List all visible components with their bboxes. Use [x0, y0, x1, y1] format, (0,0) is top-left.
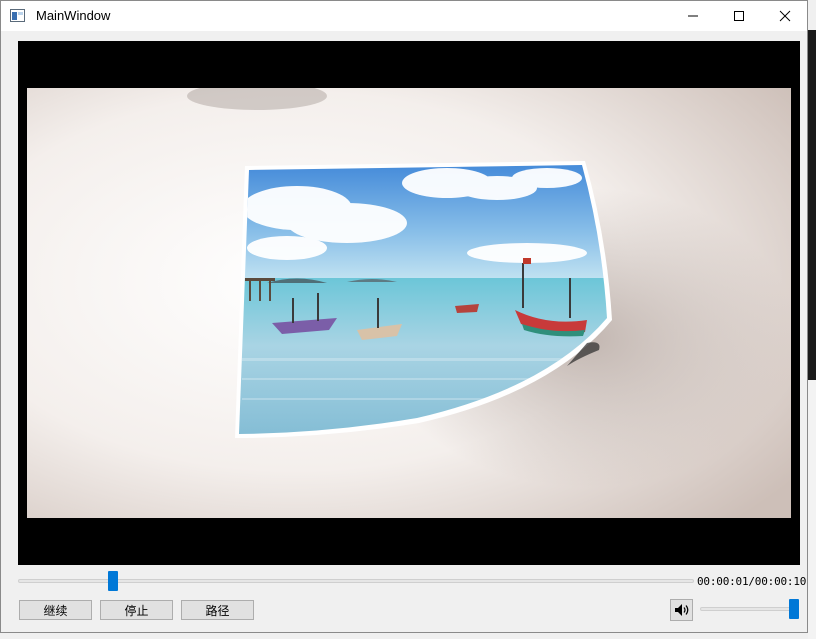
time-display: 00:00:01/00:00:10	[697, 575, 807, 588]
maximize-icon	[734, 11, 744, 21]
stop-button[interactable]: 停止	[100, 600, 173, 620]
title-bar[interactable]: MainWindow	[1, 1, 807, 31]
video-frame-image	[27, 88, 791, 518]
playback-slider-handle[interactable]	[108, 571, 118, 591]
volume-slider-track[interactable]	[700, 607, 794, 611]
video-frame	[27, 88, 791, 518]
window-title: MainWindow	[36, 8, 111, 23]
speaker-icon	[674, 604, 688, 616]
path-button[interactable]: 路径	[181, 600, 254, 620]
volume-slider-handle[interactable]	[789, 599, 799, 619]
close-icon	[779, 10, 791, 22]
maximize-button[interactable]	[716, 1, 762, 31]
continue-button[interactable]: 继续	[19, 600, 92, 620]
app-window-icon	[10, 9, 25, 22]
background-app-strip-lower	[808, 380, 816, 639]
playback-slider-track[interactable]	[18, 579, 694, 583]
background-app-strip	[808, 30, 816, 380]
minimize-button[interactable]	[670, 1, 716, 31]
minimize-icon	[688, 15, 698, 17]
mute-button[interactable]	[670, 599, 693, 621]
close-button[interactable]	[762, 1, 808, 31]
main-window: MainWindow 00:00:01/00:00:10 继续 停止 路径	[0, 0, 808, 633]
